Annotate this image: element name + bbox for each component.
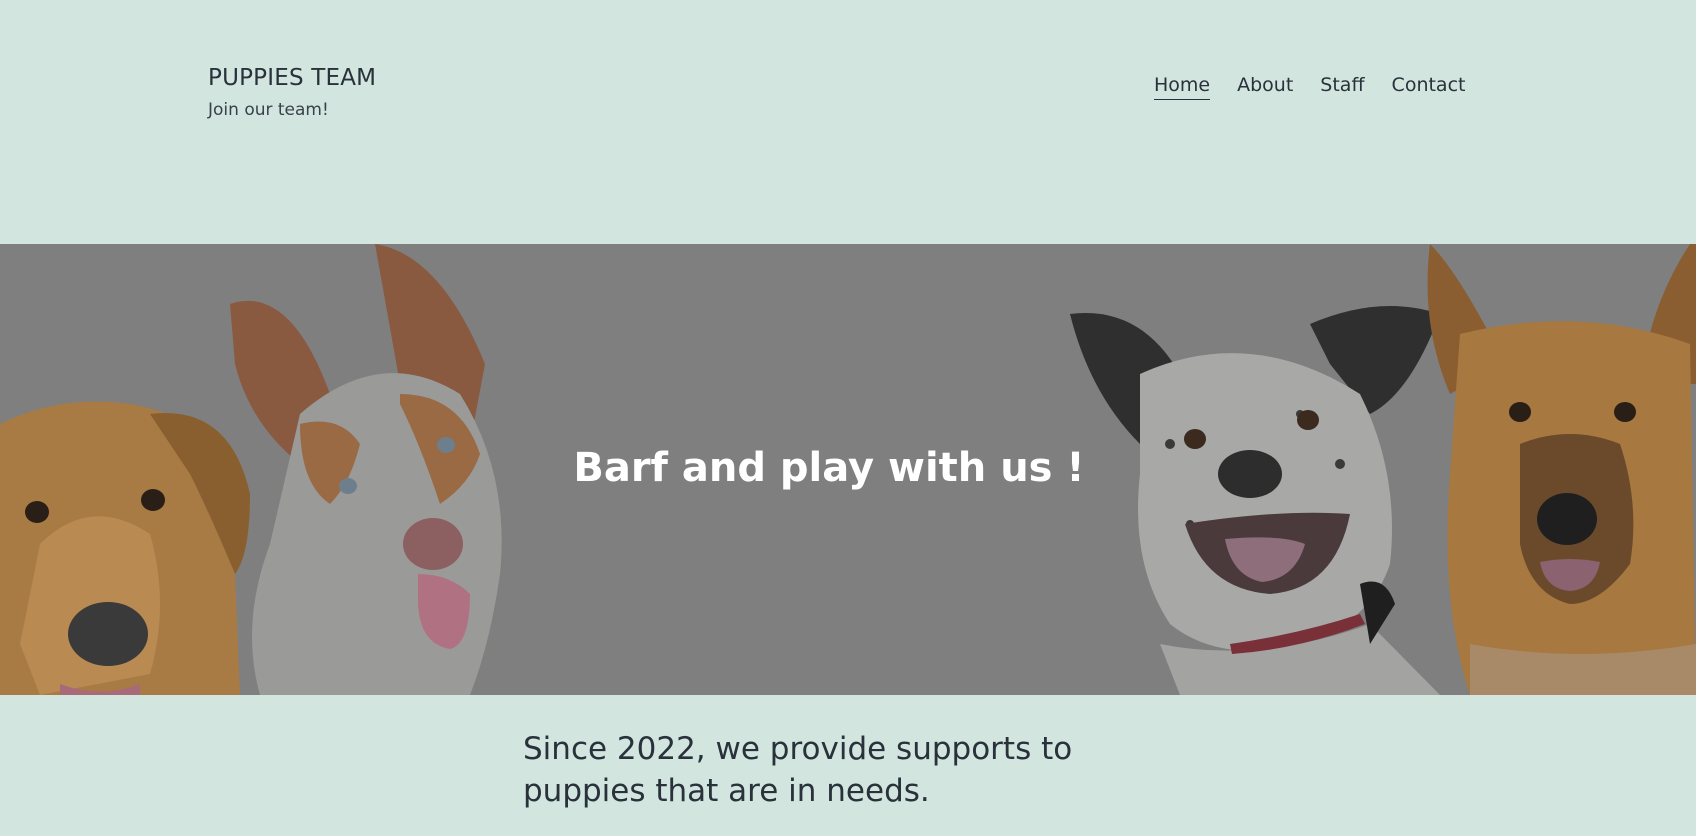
primary-nav: Home About Staff Contact [1154, 72, 1465, 100]
nav-item-contact[interactable]: Contact [1392, 72, 1466, 100]
intro-text: Since 2022, we provide supports to puppi… [523, 731, 1073, 809]
page: PUPPIES TEAM Join our team! Home About S… [0, 0, 1696, 836]
nav-item-home[interactable]: Home [1154, 72, 1211, 100]
nav-item-staff[interactable]: Staff [1320, 72, 1364, 100]
site-branding: PUPPIES TEAM Join our team! [208, 64, 376, 120]
site-tagline: Join our team! [208, 100, 329, 120]
site-header: PUPPIES TEAM Join our team! Home About S… [0, 0, 1696, 244]
hero-banner: Barf and play with us ! [0, 244, 1696, 695]
dog-right-spotted [1070, 306, 1440, 695]
hero-heading: Barf and play with us ! [573, 445, 1085, 491]
nav-item-about[interactable]: About [1237, 72, 1293, 100]
site-title[interactable]: PUPPIES TEAM [208, 64, 376, 92]
